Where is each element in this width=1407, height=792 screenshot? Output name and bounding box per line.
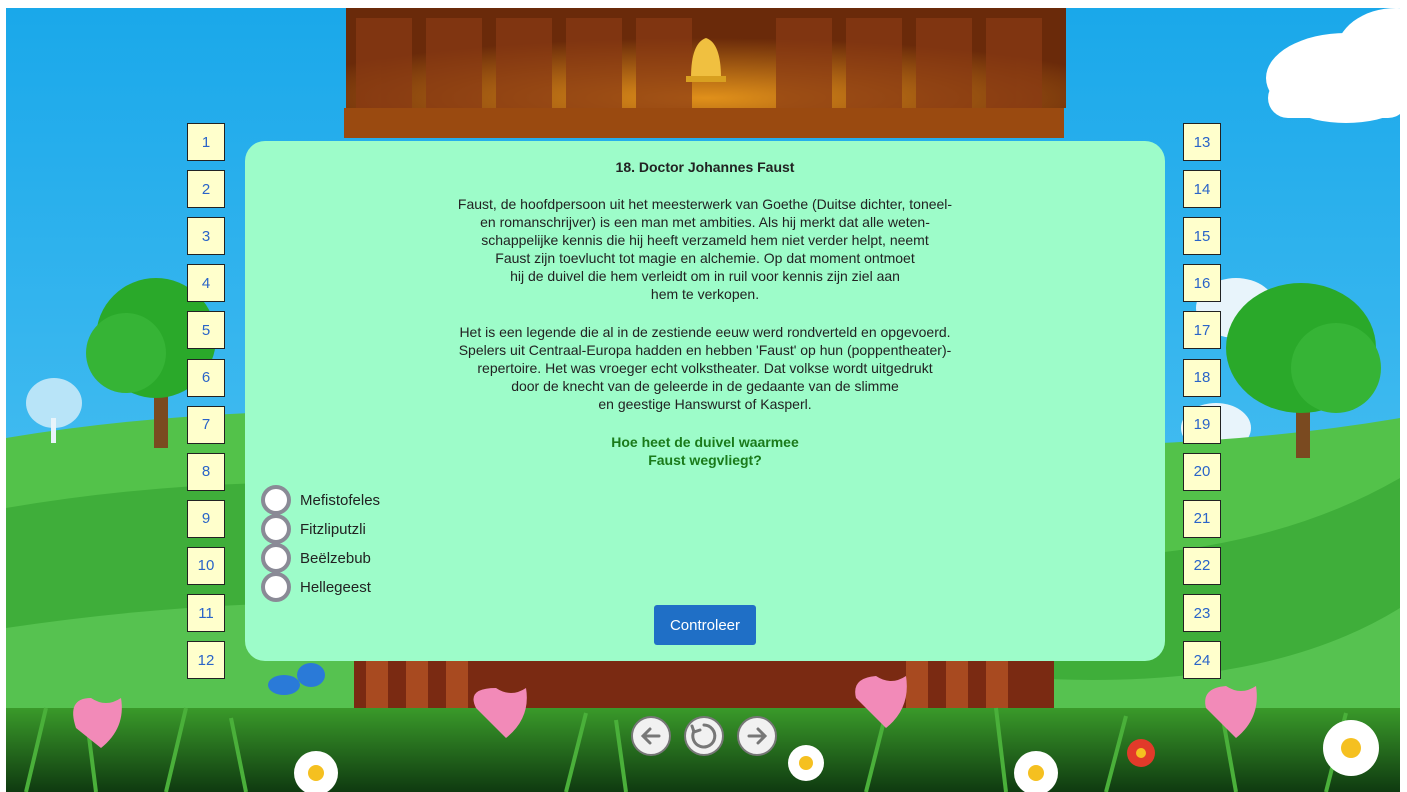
option-label: Mefistofeles bbox=[300, 491, 381, 509]
question-number-button-19[interactable]: 19 bbox=[1183, 405, 1221, 444]
reload-icon bbox=[690, 723, 717, 749]
question-number-button-22[interactable]: 22 bbox=[1183, 546, 1221, 585]
answer-option-beelzebub[interactable]: Beëlzebub bbox=[261, 543, 371, 573]
paragraph-line: door de knecht van de geleerde in de ged… bbox=[511, 378, 899, 394]
question-number-button-21[interactable]: 21 bbox=[1183, 499, 1221, 538]
radio-button[interactable] bbox=[261, 514, 291, 544]
question-number-button-24[interactable]: 24 bbox=[1183, 641, 1221, 680]
question-number-button-1[interactable]: 1 bbox=[187, 123, 225, 161]
question-number-button-16[interactable]: 16 bbox=[1183, 264, 1221, 303]
paragraph-line: repertoire. Het was vroeger echt volksth… bbox=[477, 360, 933, 376]
question-number-button-12[interactable]: 12 bbox=[187, 641, 225, 680]
paragraph-line: schappelijke kennis die hij heeft verzam… bbox=[481, 232, 929, 248]
question-number-button-9[interactable]: 9 bbox=[187, 499, 225, 538]
option-label: Fitzliputzli bbox=[300, 520, 366, 538]
arrow-right-icon bbox=[747, 727, 768, 745]
next-button[interactable] bbox=[737, 716, 777, 756]
arrow-left-icon bbox=[640, 727, 661, 745]
paragraph-line: en romanschrijver) is een man met ambiti… bbox=[480, 214, 930, 230]
question-line: Faust wegvliegt? bbox=[648, 452, 762, 468]
question-number-button-14[interactable]: 14 bbox=[1183, 170, 1221, 209]
paragraph-line: Faust, de hoofdpersoon uit het meesterwe… bbox=[457, 196, 953, 212]
paragraph-line: Faust zijn toevlucht tot magie en alchem… bbox=[495, 250, 915, 266]
paragraph-line: Het is een legende die al in de zestiend… bbox=[459, 324, 951, 340]
question-number-button-10[interactable]: 10 bbox=[187, 546, 225, 585]
question-number-button-15[interactable]: 15 bbox=[1183, 217, 1221, 256]
question-number-button-5[interactable]: 5 bbox=[187, 311, 225, 350]
question-number-button-13[interactable]: 13 bbox=[1183, 123, 1221, 161]
paragraph-1: Faust, de hoofdpersoon uit het meesterwe… bbox=[245, 195, 1165, 303]
question-number-button-7[interactable]: 7 bbox=[187, 405, 225, 444]
option-label: Hellegeest bbox=[300, 578, 371, 596]
question-number-button-6[interactable]: 6 bbox=[187, 358, 225, 397]
option-label: Beëlzebub bbox=[300, 549, 371, 567]
radio-button[interactable] bbox=[261, 572, 291, 602]
radio-button[interactable] bbox=[261, 485, 291, 515]
question-title: 18. Doctor Johannes Faust bbox=[615, 159, 795, 175]
answer-option-hellegeest[interactable]: Hellegeest bbox=[261, 572, 371, 602]
question-number-button-17[interactable]: 17 bbox=[1183, 311, 1221, 350]
paragraph-line: hem te verkopen. bbox=[650, 286, 760, 302]
paragraph-line: hij de duivel die hem verleidt om in rui… bbox=[510, 268, 900, 284]
question-number-button-4[interactable]: 4 bbox=[187, 264, 225, 303]
question-number-button-8[interactable]: 8 bbox=[187, 452, 225, 491]
question-number-button-11[interactable]: 11 bbox=[187, 594, 225, 632]
question-number-button-2[interactable]: 2 bbox=[187, 170, 225, 209]
check-answer-button[interactable]: Controleer bbox=[654, 605, 756, 645]
question-number-button-20[interactable]: 20 bbox=[1183, 452, 1221, 491]
question-line: Hoe heet de duivel waarmee bbox=[611, 434, 799, 450]
paragraph-line: Spelers uit Centraal-Europa hadden en he… bbox=[458, 342, 952, 358]
question-card: 18. Doctor Johannes Faust Faust, de hoof… bbox=[245, 141, 1165, 661]
question-prompt: Hoe heet de duivel waarmee Faust wegvlie… bbox=[245, 433, 1165, 469]
paragraph-line: en geestige Hanswurst of Kasperl. bbox=[598, 396, 812, 412]
answer-option-fitzliputzli[interactable]: Fitzliputzli bbox=[261, 514, 366, 544]
radio-button[interactable] bbox=[261, 543, 291, 573]
question-number-button-3[interactable]: 3 bbox=[187, 217, 225, 256]
reload-button[interactable] bbox=[684, 716, 724, 756]
answer-option-mefistofeles[interactable]: Mefistofeles bbox=[261, 485, 381, 515]
question-number-button-23[interactable]: 23 bbox=[1183, 594, 1221, 632]
previous-button[interactable] bbox=[631, 716, 671, 756]
paragraph-2: Het is een legende die al in de zestiend… bbox=[245, 323, 1165, 413]
question-number-button-18[interactable]: 18 bbox=[1183, 358, 1221, 397]
